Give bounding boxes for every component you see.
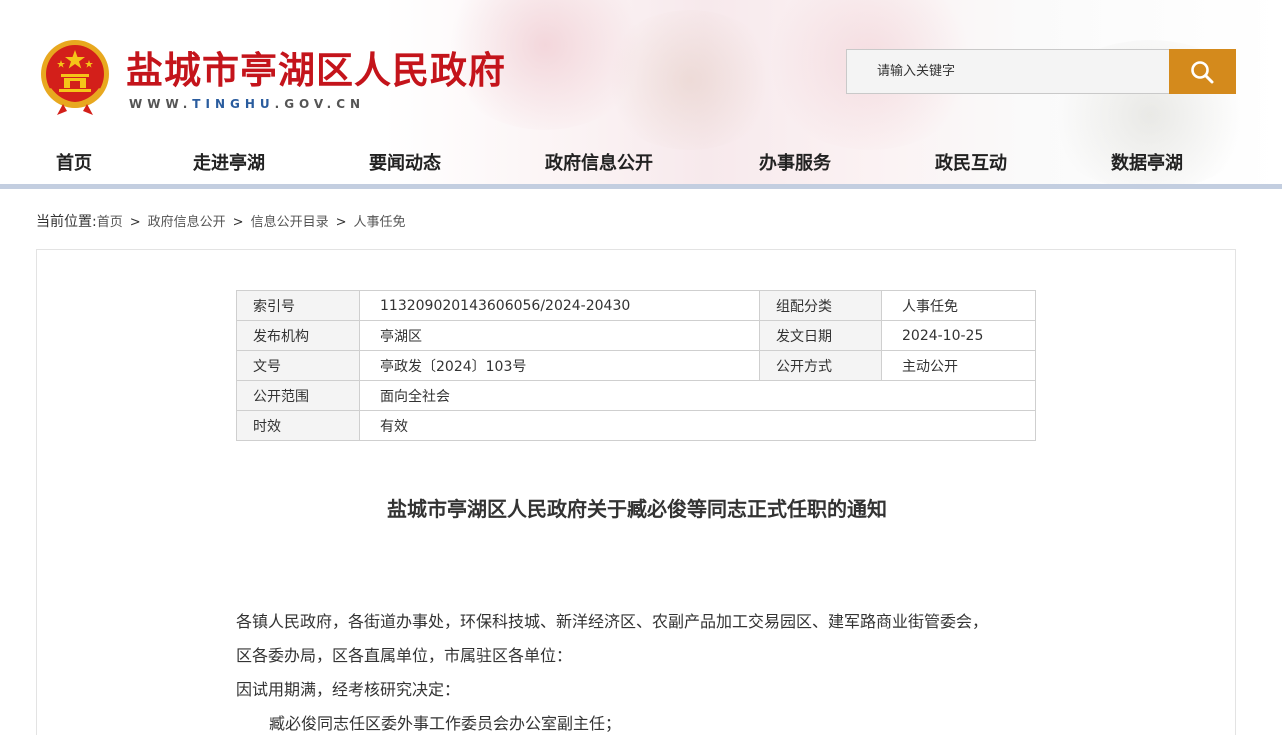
nav-divider: [0, 184, 1282, 189]
breadcrumb-lead: 当前位置:: [36, 214, 97, 230]
breadcrumb-separator: >: [232, 215, 244, 230]
meta-value: 面向全社会: [359, 380, 1036, 411]
meta-value: 113209020143606056/2024-20430: [359, 290, 760, 321]
meta-value: 亭湖区: [359, 320, 760, 351]
breadcrumb-catalog[interactable]: 信息公开目录: [251, 215, 329, 230]
site-url: WWW.TINGHU.GOV.CN: [129, 97, 365, 111]
table-row: 公开范围 面向全社会: [236, 380, 1036, 411]
url-suffix: .GOV.CN: [274, 97, 366, 111]
table-row: 发布机构 亭湖区 发文日期 2024-10-25: [236, 320, 1036, 351]
breadcrumb-current[interactable]: 人事任免: [353, 215, 405, 230]
table-row: 索引号 113209020143606056/2024-20430 组配分类 人…: [236, 290, 1036, 321]
search-input[interactable]: [846, 49, 1170, 94]
breadcrumb-separator: >: [335, 215, 347, 230]
main-nav: 首页 走进亭湖 要闻动态 政府信息公开 办事服务 政民互动 数据亭湖: [0, 136, 1282, 186]
meta-value: 人事任免: [881, 290, 1036, 321]
document-title: 盐城市亭湖区人民政府关于臧必俊等同志正式任职的通知: [387, 497, 887, 521]
nav-item-gov-info[interactable]: 政府信息公开: [545, 149, 653, 175]
body-paragraph: 区各委办局，区各直属单位，市属驻区各单位：: [236, 646, 573, 665]
nav-item-about[interactable]: 走进亭湖: [193, 149, 265, 175]
nav-item-services[interactable]: 办事服务: [759, 149, 831, 175]
search-button[interactable]: [1169, 49, 1236, 94]
url-prefix: WWW.: [129, 97, 193, 111]
meta-label: 公开范围: [236, 380, 360, 411]
nav-item-home[interactable]: 首页: [56, 149, 92, 175]
table-row: 文号 亭政发〔2024〕103号 公开方式 主动公开: [236, 350, 1036, 381]
search-bar: [846, 49, 1236, 94]
national-emblem-icon: [41, 40, 109, 115]
meta-value: 亭政发〔2024〕103号: [359, 350, 760, 381]
meta-label: 发文日期: [759, 320, 882, 351]
table-row: 时效 有效: [236, 410, 1036, 441]
meta-value: 有效: [359, 410, 1036, 441]
meta-label: 索引号: [236, 290, 360, 321]
nav-item-data[interactable]: 数据亭湖: [1111, 149, 1183, 175]
breadcrumb-separator: >: [129, 215, 141, 230]
breadcrumb: 当前位置:首页 > 政府信息公开 > 信息公开目录 > 人事任免: [36, 211, 406, 231]
url-highlight: TINGHU: [192, 97, 275, 111]
site-header: 盐城市亭湖区人民政府 WWW.TINGHU.GOV.CN 首页 走进亭湖 要闻动…: [0, 0, 1282, 190]
meta-value: 2024-10-25: [881, 320, 1036, 351]
meta-label: 文号: [236, 350, 360, 381]
document-body: 各镇人民政府，各街道办事处，环保科技城、新洋经济区、农副产品加工交易园区、建军路…: [236, 605, 1046, 735]
site-title: 盐城市亭湖区人民政府: [126, 48, 506, 92]
search-icon: [1191, 61, 1214, 84]
article-container: 索引号 113209020143606056/2024-20430 组配分类 人…: [36, 249, 1236, 735]
document-metadata-table: 索引号 113209020143606056/2024-20430 组配分类 人…: [236, 290, 1036, 441]
meta-label: 公开方式: [759, 350, 882, 381]
meta-label: 发布机构: [236, 320, 360, 351]
nav-item-news[interactable]: 要闻动态: [369, 149, 441, 175]
meta-label: 时效: [236, 410, 360, 441]
meta-value: 主动公开: [881, 350, 1036, 381]
body-paragraph: 臧必俊同志任区委外事工作委员会办公室副主任；: [269, 714, 622, 733]
nav-item-interaction[interactable]: 政民互动: [935, 149, 1007, 175]
breadcrumb-gov-info[interactable]: 政府信息公开: [148, 215, 226, 230]
body-paragraph: 各镇人民政府，各街道办事处，环保科技城、新洋经济区、农副产品加工交易园区、建军路…: [236, 612, 989, 631]
breadcrumb-home[interactable]: 首页: [97, 215, 123, 230]
body-paragraph: 因试用期满，经考核研究决定：: [236, 680, 461, 699]
header-decoration: [600, 10, 780, 150]
meta-label: 组配分类: [759, 290, 882, 321]
